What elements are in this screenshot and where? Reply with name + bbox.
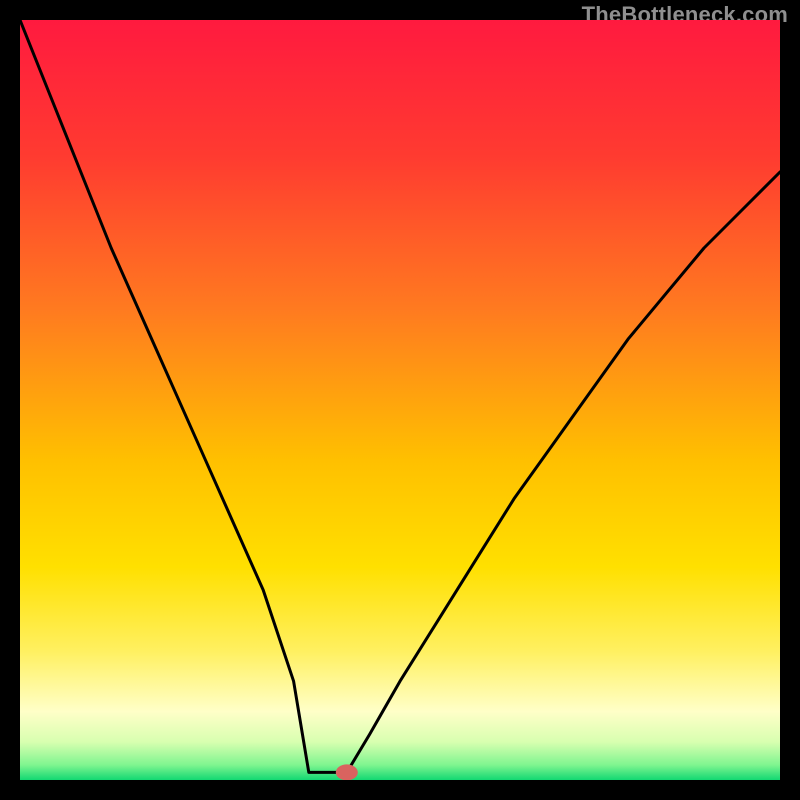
chart-svg [20,20,780,780]
gradient-background [20,20,780,780]
outer-frame: TheBottleneck.com [0,0,800,800]
optimal-marker [336,764,358,780]
